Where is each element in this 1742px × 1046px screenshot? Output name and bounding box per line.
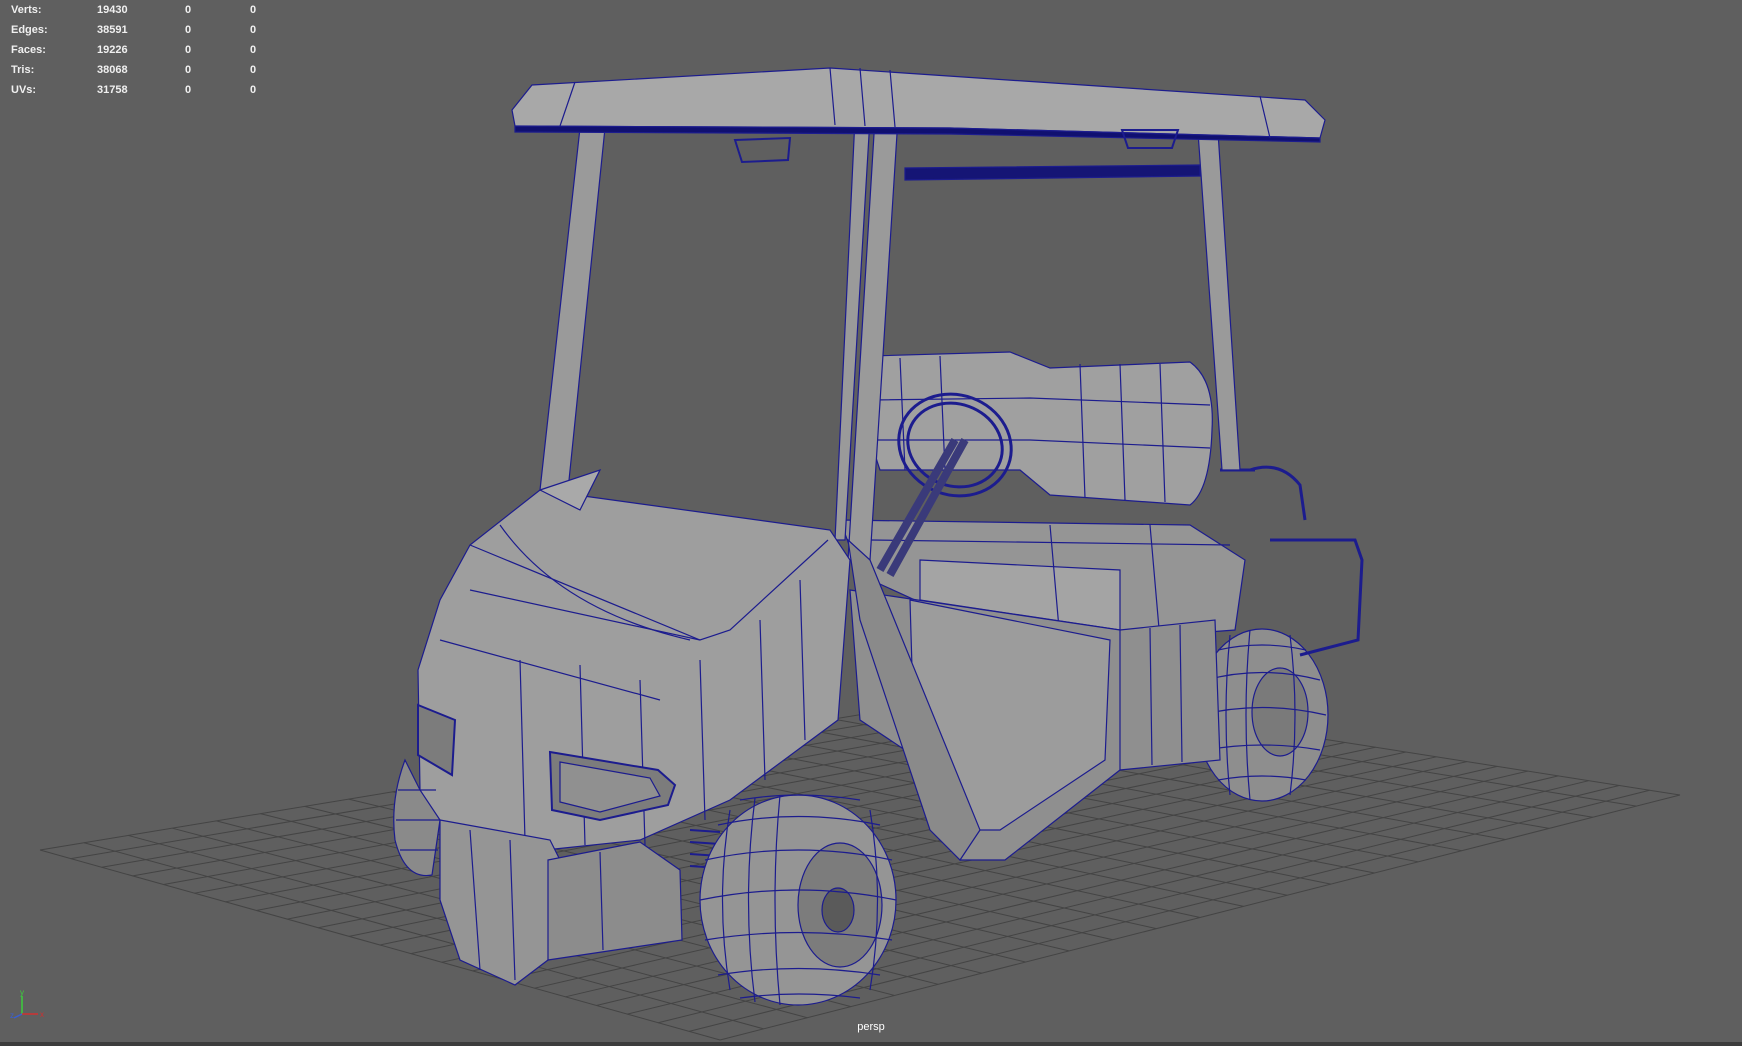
hud-value: 0 <box>250 4 257 16</box>
hud-row: Faces: 19226 0 0 <box>11 40 271 60</box>
hud-value: 0 <box>185 4 192 16</box>
camera-name-label: persp <box>857 1021 885 1033</box>
hud-value: 0 <box>185 24 192 36</box>
hud-value: 31758 <box>97 84 128 96</box>
hud-row: Verts: 19430 0 0 <box>11 0 271 20</box>
hud-row: Tris: 38068 0 0 <box>11 60 271 80</box>
hud-label: Verts: <box>11 4 42 16</box>
hud-value: 19430 <box>97 4 128 16</box>
hud-value: 19226 <box>97 44 128 56</box>
hud-value: 0 <box>250 64 257 76</box>
hud-row: Edges: 38591 0 0 <box>11 20 271 40</box>
hud-row: UVs: 31758 0 0 <box>11 80 271 100</box>
hud-value: 38068 <box>97 64 128 76</box>
hud-value: 0 <box>250 24 257 36</box>
poly-count-hud: Verts: 19430 0 0 Edges: 38591 0 0 Faces: 19226 0 0 T… <box>11 0 271 100</box>
hud-label: Tris: <box>11 64 35 76</box>
hud-label: Edges: <box>11 24 48 36</box>
hud-label: UVs: <box>11 84 37 96</box>
viewport-bottom-border <box>0 1042 1742 1046</box>
hud-value: 38591 <box>97 24 128 36</box>
z-axis-label: z <box>10 1011 14 1020</box>
scene-view[interactable] <box>0 0 1742 1046</box>
3d-viewport[interactable]: Verts: 19430 0 0 Edges: 38591 0 0 Faces: 19226 0 0 T… <box>0 0 1742 1046</box>
z-axis-icon <box>13 1013 23 1019</box>
y-axis-label: y <box>20 988 24 997</box>
hud-value: 0 <box>185 84 192 96</box>
hud-value: 0 <box>185 64 192 76</box>
front-wheel <box>699 794 897 1006</box>
x-axis-label: x <box>40 1010 44 1019</box>
hud-value: 0 <box>250 84 257 96</box>
hud-label: Faces: <box>11 44 46 56</box>
golf-cart-model[interactable] <box>393 67 1364 1006</box>
hud-value: 0 <box>250 44 257 56</box>
hud-value: 0 <box>185 44 192 56</box>
axis-gizmo: y x z <box>10 988 44 1020</box>
